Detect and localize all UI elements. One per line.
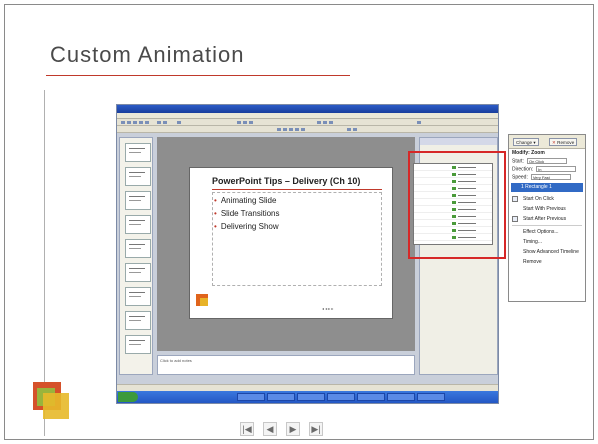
notes-pane: Click to add notes [157,355,415,375]
bullet-item: Animating Slide [214,196,277,205]
menu-item-label: Start With Previous [523,206,566,212]
last-slide-button[interactable]: ▶| [309,422,323,436]
remove-label: Remove [557,140,575,145]
screenshot-toolbar [117,119,498,126]
slide-thumbnail [125,167,151,186]
field-label: Start: [512,158,524,165]
menu-separator [512,225,582,226]
mouse-icon [512,196,518,202]
modify-label: Modify: Zoom [512,150,545,156]
bullet-item: Slide Transitions [214,209,280,218]
slide-heading: PowerPoint Tips – Delivery (Ch 10) [212,176,361,186]
direction-field-row: Direction: In [509,165,585,173]
highlight-box [408,151,506,259]
speed-field-row: Speed: Very Fast [509,173,585,181]
taskbar-button [267,393,295,401]
title-underline [46,75,350,76]
slide-nav-icons: ◂ ◂ ▸ ▸ [322,306,334,311]
menu-item-show-advanced-timeline: Show Advanced Timeline [509,247,585,257]
menu-item-label: Effect Options... [523,229,559,235]
next-slide-button[interactable]: ▶ [286,422,300,436]
slide-thumbnail-pane [119,137,153,375]
taskbar-button [417,393,445,401]
speed-field: Very Fast [530,174,571,180]
taskbar-button [237,393,265,401]
slide-thumbnail [125,287,151,306]
taskpane-title [420,138,497,145]
remove-icon: ✕ [552,140,556,145]
slide-thumbnail [125,215,151,234]
slide-canvas: PowerPoint Tips – Delivery (Ch 10) Anima… [157,137,415,351]
previous-slide-button[interactable]: ◀ [263,422,277,436]
drawing-toolbar [117,384,498,391]
taskbar-button [357,393,385,401]
clock-icon [512,216,518,222]
windows-taskbar [117,391,498,403]
slide-thumbnail [125,239,151,258]
menu-item-label: Timing... [523,239,542,245]
menu-item-remove: Remove [509,257,585,267]
remove-button: ✕ Remove [549,138,578,146]
menu-item-effect-options: Effect Options... [509,227,585,237]
panel-toolbar: Change ▾ ✕ Remove [509,135,585,149]
start-button [118,392,138,402]
slide-thumbnail [125,263,151,282]
page-title: Custom Animation [50,42,245,67]
custom-animation-panel-zoom: Change ▾ ✕ Remove Modify: Zoom Start: On … [508,134,586,302]
slide-thumbnail [125,311,151,330]
menu-item-label: Show Advanced Timeline [523,249,579,255]
slide-heading-underline [212,189,382,190]
taskbar-button [297,393,325,401]
menu-item-start-on-click: Start On Click [509,194,585,204]
screenshot-titlebar [117,105,498,113]
content-placeholder [212,192,382,286]
slide-thumbnail [125,335,151,354]
menu-item-timing: Timing... [509,237,585,247]
first-slide-button[interactable]: |◀ [240,422,254,436]
menu-item-start-with-previous: Start With Previous [509,204,585,214]
menu-item-label: Start After Previous [523,216,567,222]
start-field-row: Start: On Click [509,157,585,165]
change-button: Change ▾ [513,138,539,146]
selected-animation-item: 1 Rectangle 1 [511,183,583,192]
bullet-item: Delivering Show [214,222,279,231]
slide-thumbnail [125,143,151,162]
field-label: Speed: [512,174,528,181]
taskbar-button [327,393,355,401]
slide-preview: PowerPoint Tips – Delivery (Ch 10) Anima… [189,167,393,319]
menu-item-label: Remove [523,259,542,265]
start-field: On Click [526,158,567,164]
slide-thumbnail [125,191,151,210]
slide-logo-icon [196,294,208,306]
screenshot-toolbar-2 [117,126,498,133]
presentation-logo [33,382,71,422]
change-label: Change [516,140,533,145]
taskbar-button [387,393,415,401]
field-label: Direction: [512,166,534,173]
menu-item-start-after-previous: Start After Previous [509,214,585,224]
menu-item-label: Start On Click [523,196,554,202]
direction-field: In [536,166,577,172]
